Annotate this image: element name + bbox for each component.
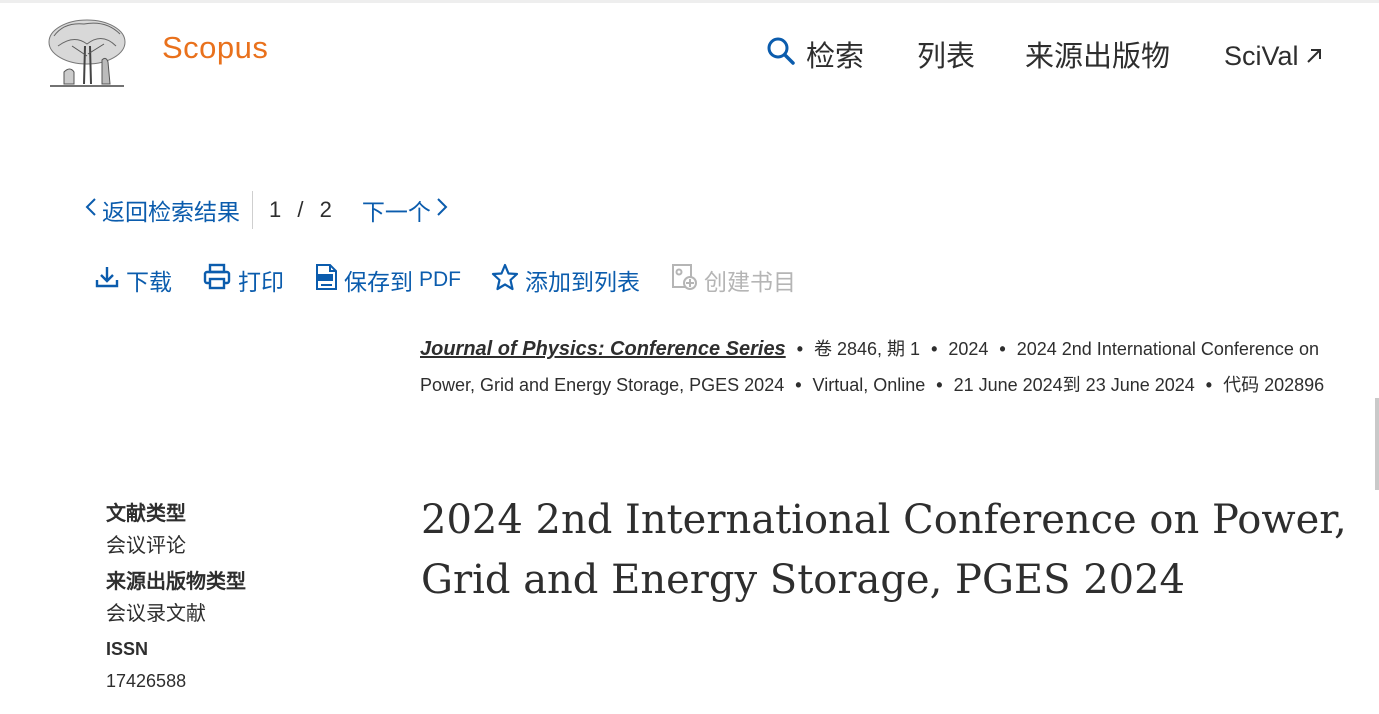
results-divider: [252, 191, 253, 229]
document-toolbar: 下载 打印 保存到 PDF 添加到列表 创建书目: [94, 260, 826, 300]
document-type-value: 会议评论: [106, 533, 186, 557]
document-type-label: 文献类型: [106, 501, 186, 525]
pager-current: 1: [269, 197, 282, 222]
save-pdf-label: PDF: [419, 268, 461, 291]
meta-separator: •: [796, 339, 803, 359]
conference-location: Virtual, Online: [812, 375, 926, 395]
top-nav: 检索 列表 来源出版物 SciVal: [0, 36, 1379, 76]
download-label: 下载: [126, 270, 172, 296]
scopus-document-page: Scopus 检索 列表 来源出版物 SciVal 返回检索结果 1 / 2 下…: [0, 0, 1379, 714]
pager-separator: /: [297, 197, 304, 222]
meta-separator: •: [999, 339, 1006, 359]
next-result-link[interactable]: 下一个: [362, 193, 449, 227]
download-icon: [94, 264, 126, 296]
source-metadata: Journal of Physics: Conference Series • 卷 …: [420, 331, 1350, 403]
external-arrow-icon: [1299, 36, 1323, 76]
issn-value: 17426588: [106, 671, 187, 691]
bibliography-icon: [670, 263, 704, 297]
add-to-list-label: 添加到列表: [525, 270, 640, 296]
pdf-icon: [314, 263, 344, 297]
nav-scival-label: SciVal: [1224, 41, 1299, 71]
download-button[interactable]: 下载: [94, 263, 172, 297]
chevron-left-icon: [84, 196, 102, 224]
scrollbar[interactable]: [1375, 398, 1379, 490]
print-label: 打印: [238, 270, 284, 296]
create-bibliography-button[interactable]: 创建书目: [670, 263, 796, 297]
results-navigation: 返回检索结果 1 / 2 下一个: [84, 190, 449, 230]
source-type-label: 来源出版物类型: [106, 569, 246, 593]
nav-scival[interactable]: SciVal: [1224, 36, 1323, 76]
nav-sources[interactable]: 来源出版物: [1025, 36, 1170, 76]
next-result-label: 下一个: [361, 200, 431, 226]
top-border: [0, 0, 1379, 3]
save-to-label: 保存到: [344, 270, 413, 296]
issn-label: ISSN: [106, 639, 149, 659]
pager-total: 2: [319, 197, 332, 222]
volume-issue: 卷 2846, 期 1: [814, 339, 921, 359]
create-bibliography-label: 创建书目: [704, 270, 796, 296]
print-button[interactable]: 打印: [202, 263, 284, 297]
save-to-pdf-button[interactable]: 保存到 PDF: [314, 263, 461, 297]
chevron-right-icon: [431, 196, 449, 224]
star-icon: [491, 263, 525, 297]
add-to-list-button[interactable]: 添加到列表: [491, 263, 640, 297]
print-icon: [202, 263, 238, 297]
source-type-value: 会议录文献: [106, 601, 206, 625]
back-to-results-label: 返回检索结果: [102, 200, 240, 226]
meta-separator: •: [931, 339, 938, 359]
search-icon: [766, 36, 806, 76]
back-to-results-link[interactable]: 返回检索结果: [84, 193, 240, 227]
result-pager: 1 / 2: [269, 197, 332, 223]
meta-separator: •: [1205, 375, 1213, 395]
nav-search-label: 检索: [806, 39, 865, 73]
document-title: 2024 2nd International Conference on Pow…: [421, 497, 1347, 603]
conference-code: 代码 202896: [1223, 375, 1325, 395]
document-info-panel: 文献类型 会议评论 来源出版物类型 会议录文献 ISSN 17426588: [106, 498, 386, 702]
conference-dates: 21 June 2024到 23 June 2024: [953, 375, 1195, 395]
nav-search[interactable]: 检索: [766, 36, 864, 76]
journal-link[interactable]: Journal of Physics: Conference Series: [420, 338, 786, 360]
meta-separator: •: [795, 375, 802, 395]
nav-lists[interactable]: 列表: [917, 36, 975, 76]
meta-separator: •: [936, 375, 943, 395]
publication-year: 2024: [948, 339, 989, 359]
